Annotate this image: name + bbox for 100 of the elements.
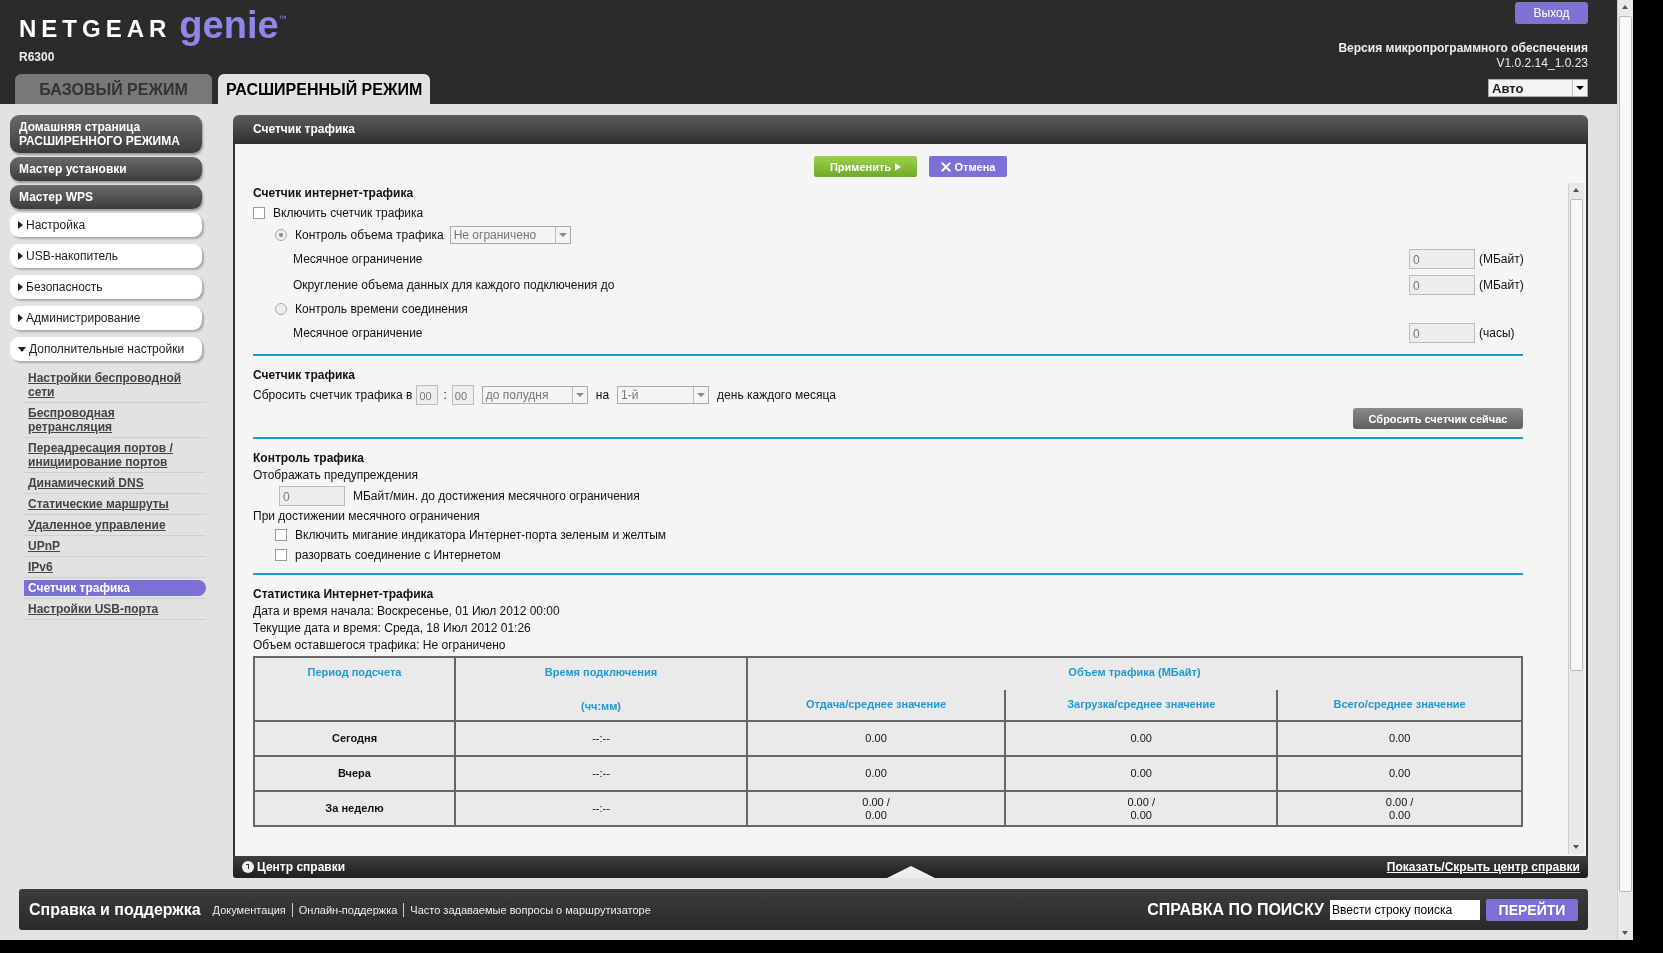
column-header: Отдача/среднее значение [747,690,1006,721]
column-header: Объем трафика (МБайт) [747,657,1522,691]
menu-button[interactable]: Мастер WPS [10,185,202,209]
input-field[interactable]: 0 [1409,275,1475,295]
period-cell[interactable]: За неделю [254,791,455,826]
column-header: Загрузка/среднее значение [1005,690,1278,721]
submenu-link[interactable]: IPv6 [24,559,200,575]
field-label: МБайт/мин. до достижения месячного ограничения [353,489,640,503]
cancel-button[interactable]: Отмена [929,156,1007,177]
field-label: на [595,388,610,402]
input-field[interactable]: 0 [1409,323,1475,343]
table-cell: --:-- [455,721,747,756]
go-button[interactable]: ПЕРЕЙТИ [1486,898,1578,921]
footer-link[interactable]: Онлайн-поддержка [298,903,398,916]
info-text: Объем оставшегося трафика: Не ограничено [253,637,507,654]
checkbox[interactable] [275,529,287,541]
table-cell: --:-- [455,791,747,826]
submenu-link[interactable]: Настройки беспроводной сети [24,370,200,400]
field-label: Округление объема данных для каждого подключения до [293,278,616,292]
logo: NETGEAR genie™ [18,3,287,44]
field-label: Месячное ограничение [293,252,424,266]
submenu-link[interactable]: UPnP [24,538,200,554]
time-separator: : [443,388,447,402]
section-heading: Счетчик трафика [253,367,356,384]
field-label: При достижении месячного ограничения [253,508,481,525]
input-field[interactable]: 0 [1409,249,1475,269]
model-name: R6300 [19,50,55,64]
column-header: (чч:мм) [579,700,622,712]
dropdown[interactable]: 1-й [617,386,710,404]
help-center-label: Центр справки [257,860,346,874]
table-cell: 0.00 / 0.00 [1005,791,1278,826]
table-cell: 0.00 / 0.00 [747,791,1006,826]
dropdown[interactable]: Не ограничено [449,226,571,244]
search-label: СПРАВКА ПО ПОИСКУ [1147,900,1324,919]
unit-label: (МБайт) [1479,278,1523,292]
scrollbar[interactable] [1568,183,1584,854]
section-heading: Счетчик интернет-трафика [253,185,415,202]
submenu-link[interactable]: Удаленное управление [24,517,200,533]
input-field[interactable]: 00 [451,385,474,405]
mode-tab[interactable]: РАСШИРЕННЫЙ РЕЖИМ [218,74,431,104]
help-toggle-link[interactable]: Показать/Скрыть центр справки [1386,860,1580,874]
menu-item[interactable]: USB-накопитель [10,244,202,268]
radio-label: Контроль объема трафика [295,228,444,242]
checkbox[interactable] [253,207,265,219]
field-label: Отображать предупреждения [253,467,419,484]
submenu-link[interactable]: Беспроводная ретрансляция [24,405,200,435]
table-cell: 0.00 [1005,756,1278,791]
footer-link[interactable]: Часто задаваемые вопросы о маршрутизаторе [410,903,651,916]
table-cell: 0.00 [747,756,1006,791]
checkbox-label: Включить мигание индикатора Интернет-порта зеленым и желтым [295,528,667,542]
radio-label: Контроль времени соединения [295,302,468,316]
dropdown[interactable]: до полудня [481,386,588,404]
column-header: Всего/среднее значение [1277,690,1522,721]
firmware-label: Версия микропрограммного обеспечения [1338,41,1588,56]
field-label: день каждого месяца [717,388,836,402]
column-header: Период подсчета [254,657,455,721]
field-label: Сбросить счетчик трафика в [253,388,413,402]
submenu-link[interactable]: Переадресация портов / инициирование портов [24,440,200,470]
checkbox-label: Включить счетчик трафика [273,206,424,220]
menu-item[interactable]: Безопасность [10,275,202,299]
firmware-version: V1.0.2.14_1.0.23 [1496,56,1588,71]
checkbox-label: разорвать соединение с Интернетом [295,548,501,562]
table-cell: 0.00 [1277,721,1522,756]
footer-link[interactable]: Документация [212,903,286,916]
reset-button[interactable]: Сбросить счетчик сейчас [1353,408,1523,429]
submenu-link[interactable]: Настройки USB-порта [24,601,200,617]
table-cell: 0.00 [747,721,1006,756]
submenu-link[interactable]: Динамический DNS [24,475,200,491]
checkbox[interactable] [275,549,287,561]
menu-button[interactable]: Домашняя страница РАСШИРЕННОГО РЕЖИМА [10,115,202,153]
table-cell: 0.00 [1277,756,1522,791]
input-field[interactable]: 00 [416,385,439,405]
scrollbar[interactable] [1617,0,1633,940]
dropdown[interactable]: Авто [1488,79,1588,97]
column-header: Время подключения [543,666,659,678]
menu-item[interactable]: Дополнительные настройки [10,337,202,361]
input-field[interactable]: 0 [279,486,345,506]
table-cell: --:-- [455,756,747,791]
menu-item[interactable]: Настройка [10,213,202,237]
section-heading: Статистика Интернет-трафика [253,586,435,603]
submenu-link[interactable]: Статические маршруты [24,496,200,512]
period-cell[interactable]: Вчера [254,756,455,791]
radio-button[interactable] [275,229,287,241]
footer-title: Справка и поддержка [29,900,201,919]
collapse-arrow-icon[interactable] [886,865,935,878]
menu-item[interactable]: Администрирование [10,306,202,330]
panel-title: Счетчик трафика [233,115,1588,144]
section-heading: Контроль трафика [253,450,365,467]
search-field[interactable]: Ввести строку поиска [1330,899,1480,920]
info-text: Текущие дата и время: Среда, 18 Июл 2012 01:26 [253,620,532,637]
submenu-link[interactable]: Счетчик трафика [24,580,206,596]
menu-button[interactable]: Мастер установки [10,157,202,181]
info-text: Дата и время начала: Воскресенье, 01 Июл 2012 00:00 [253,603,561,620]
table-cell: 0.00 [1005,721,1278,756]
table-cell: 0.00 / 0.00 [1277,791,1522,826]
period-cell[interactable]: Сегодня [254,721,455,756]
radio-button[interactable] [275,303,287,315]
unit-label: (часы) [1479,326,1516,340]
logout-button[interactable]: Выход [1515,2,1588,24]
field-label: Месячное ограничение [293,326,424,340]
